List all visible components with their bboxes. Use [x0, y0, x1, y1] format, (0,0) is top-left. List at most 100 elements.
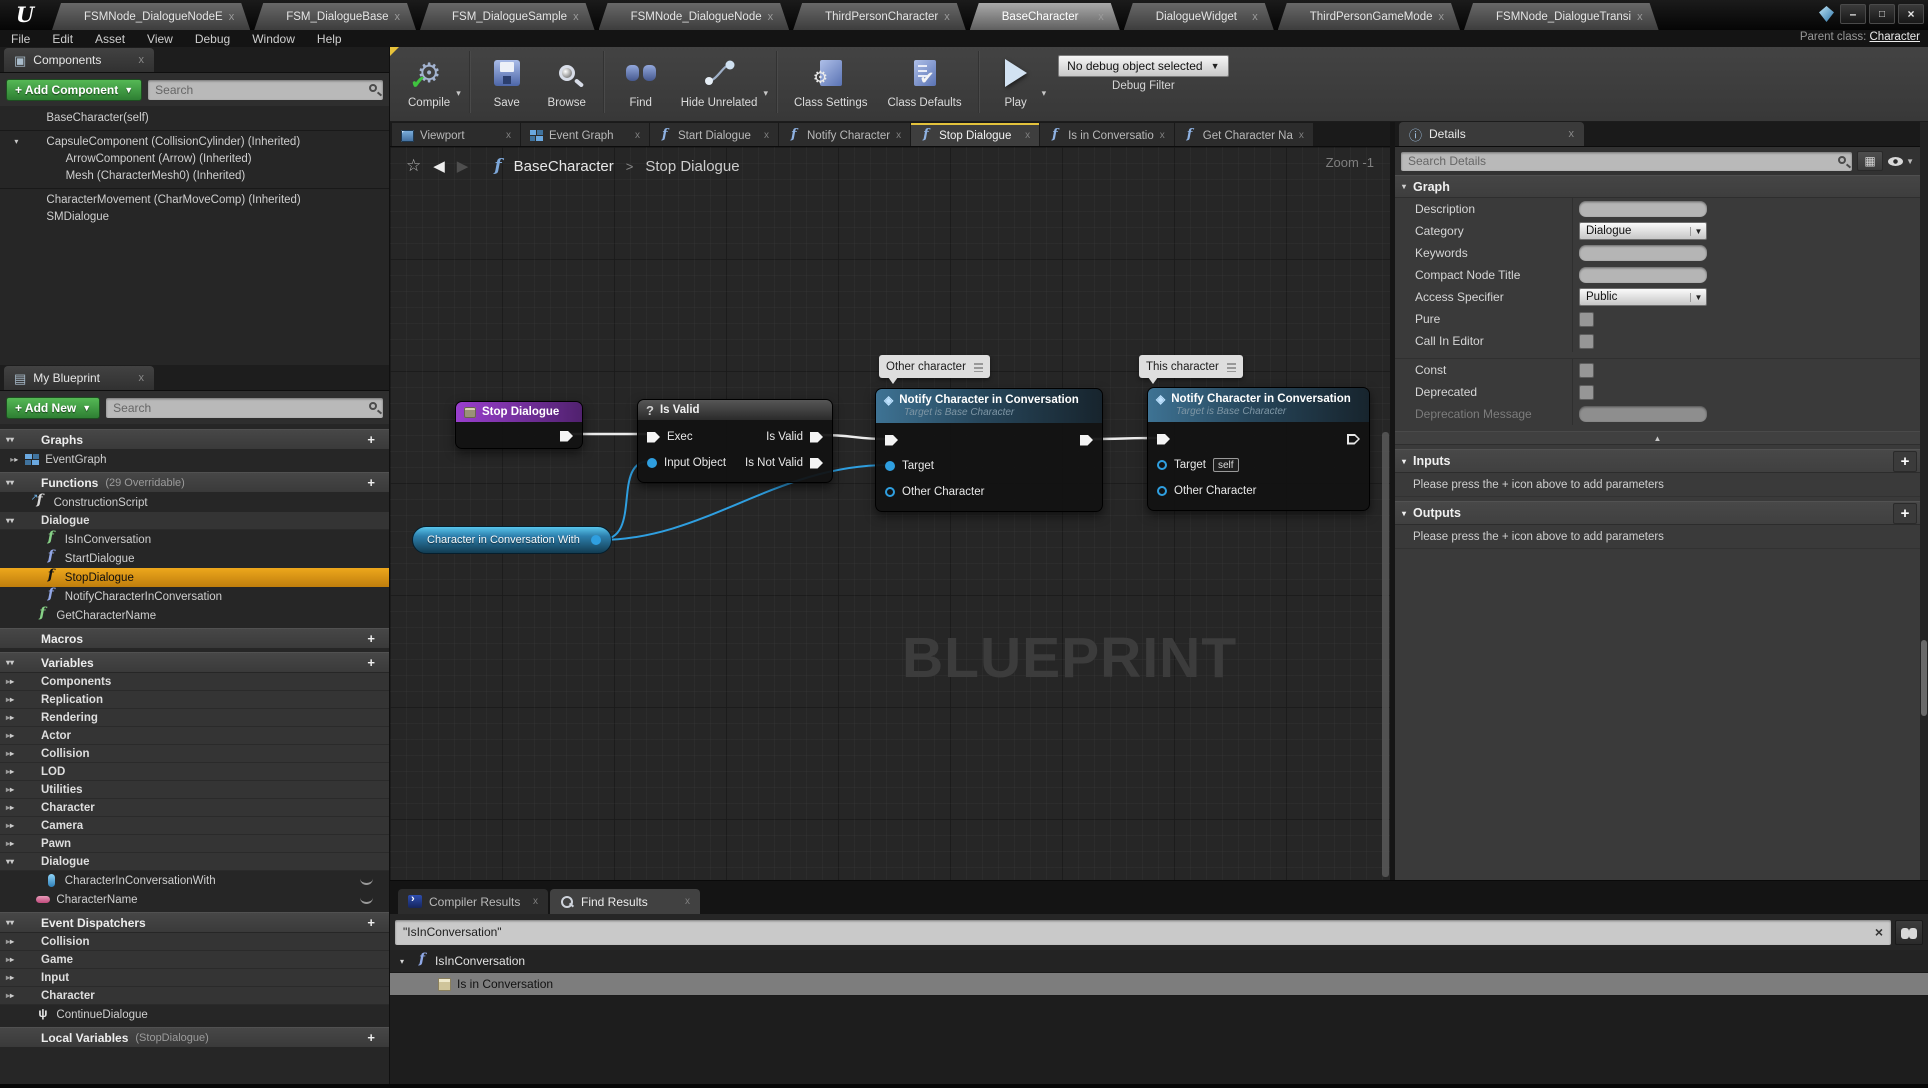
expander-icon[interactable]: ▸: [6, 749, 15, 758]
my-blueprint-row[interactable]: ContinueDialogue +: [0, 1005, 389, 1024]
restore-button[interactable]: □: [1869, 4, 1895, 24]
details-search-input[interactable]: [1401, 152, 1852, 171]
checkbox[interactable]: [1579, 385, 1594, 400]
find-result-row[interactable]: ▾ IsInConversation: [390, 950, 1928, 973]
tab-close-icon[interactable]: x: [395, 11, 401, 23]
expander-icon[interactable]: ▾: [6, 435, 15, 444]
other-character-pin[interactable]: [885, 487, 895, 497]
my-blueprint-row[interactable]: ▾ Dialogue +: [0, 853, 389, 871]
find-results-search[interactable]: ×: [395, 920, 1891, 945]
my-blueprint-row[interactable]: ▾ Graphs +: [0, 429, 389, 450]
find-results-search-input[interactable]: [395, 920, 1891, 945]
expander-icon[interactable]: ▸: [6, 973, 15, 982]
close-button[interactable]: ×: [1898, 4, 1924, 24]
component-tree-row[interactable]: SMDialogue: [0, 208, 389, 225]
favorite-star-icon[interactable]: ☆: [406, 156, 421, 176]
details-panel-tab[interactable]: ⓘ Details x: [1399, 122, 1584, 146]
expander-icon[interactable]: ▸: [6, 991, 15, 1000]
add-plus-button[interactable]: +: [367, 631, 383, 646]
add-input-button[interactable]: +: [1893, 451, 1917, 472]
expander-icon[interactable]: ▸: [6, 803, 15, 812]
expander-icon[interactable]: ▸: [6, 785, 15, 794]
my-blueprint-row[interactable]: ▸ Character +: [0, 987, 389, 1005]
my-blueprint-row[interactable]: StartDialogue +: [0, 549, 389, 568]
eye-closed-icon[interactable]: [360, 896, 373, 904]
my-blueprint-search[interactable]: [106, 398, 383, 418]
exec-output-pin[interactable]: [560, 431, 573, 442]
add-new-button[interactable]: + Add New▼: [6, 397, 100, 419]
expander-icon[interactable]: ▸: [6, 695, 15, 704]
add-plus-button[interactable]: +: [367, 1030, 383, 1045]
add-plus-button[interactable]: +: [367, 655, 383, 670]
text-field[interactable]: [1579, 201, 1707, 217]
expander-icon[interactable]: ▾: [6, 857, 15, 866]
graph-tab[interactable]: Stop Dialogue x: [911, 123, 1039, 146]
my-blueprint-row[interactable]: ▸ Collision +: [0, 933, 389, 951]
class-defaults-button[interactable]: ✔ Class Defaults: [877, 47, 971, 109]
save-button[interactable]: Save: [477, 47, 537, 109]
my-blueprint-row[interactable]: GetCharacterName +: [0, 606, 389, 625]
my-blueprint-row[interactable]: ▸ Actor +: [0, 727, 389, 745]
add-component-button[interactable]: + Add Component▼: [6, 79, 142, 101]
tab-close-icon[interactable]: x: [1637, 11, 1643, 23]
expander-icon[interactable]: ▸: [6, 839, 15, 848]
inputs-section-header[interactable]: ▾ Inputs +: [1395, 449, 1920, 473]
bottom-panel-tab[interactable]: Find Results x: [550, 889, 700, 914]
exec-output-pin-is-valid[interactable]: [810, 432, 823, 443]
node-comment-bubble[interactable]: Other character: [879, 355, 990, 378]
tab-close-icon[interactable]: x: [1252, 11, 1258, 23]
component-tree-row[interactable]: Mesh (CharacterMesh0) (Inherited): [0, 167, 389, 184]
expander-icon[interactable]: ▸: [6, 767, 15, 776]
my-blueprint-row[interactable]: ▸ Replication +: [0, 691, 389, 709]
find-in-blueprints-button[interactable]: [1895, 920, 1923, 945]
tab-close-icon[interactable]: x: [573, 11, 579, 23]
dropdown-field[interactable]: Dialogue ▼: [1579, 222, 1707, 240]
details-scrollbar[interactable]: [1920, 122, 1928, 880]
components-panel-tab[interactable]: ▣ Components x: [4, 48, 154, 72]
my-blueprint-row[interactable]: ▸ Game +: [0, 951, 389, 969]
compile-button[interactable]: ⚙✔ Compile: [398, 47, 460, 109]
exec-input-pin[interactable]: [885, 435, 898, 446]
tab-close-icon[interactable]: x: [768, 11, 774, 23]
forward-arrow-icon[interactable]: ▶: [457, 157, 469, 175]
my-blueprint-row[interactable]: ▾ Dialogue +: [0, 512, 389, 530]
node-get-character-in-conversation-with[interactable]: Character in Conversation With: [412, 526, 612, 554]
expander-icon[interactable]: ▾: [6, 516, 15, 525]
other-character-pin[interactable]: [1157, 486, 1167, 496]
my-blueprint-row[interactable]: ▸ EventGraph +: [0, 450, 389, 469]
tab-close-icon[interactable]: x: [685, 896, 690, 907]
text-field[interactable]: [1579, 406, 1707, 422]
my-blueprint-row[interactable]: CharacterInConversationWith +: [0, 871, 389, 890]
asset-tab[interactable]: FSM_DialogueBase x: [254, 3, 416, 30]
comment-pin-icon[interactable]: [1227, 362, 1236, 372]
back-arrow-icon[interactable]: ◀: [433, 157, 445, 175]
breadcrumb-current[interactable]: Stop Dialogue: [645, 158, 739, 175]
details-scrollbar-thumb[interactable]: [1921, 640, 1927, 716]
self-literal[interactable]: self: [1213, 458, 1239, 472]
component-tree-row[interactable]: CharacterMovement (CharMoveComp) (Inheri…: [0, 188, 389, 208]
expander-icon[interactable]: ▾: [1402, 182, 1406, 191]
my-blueprint-row[interactable]: Local Variables (StopDialogue) +: [0, 1027, 389, 1048]
variable-output-pin[interactable]: [591, 535, 601, 545]
my-blueprint-row[interactable]: ▸ Utilities +: [0, 781, 389, 799]
my-blueprint-search-input[interactable]: [106, 398, 383, 418]
tab-close-icon[interactable]: x: [1569, 128, 1575, 140]
tab-close-icon[interactable]: x: [533, 896, 538, 907]
my-blueprint-row[interactable]: ▸ Pawn +: [0, 835, 389, 853]
my-blueprint-row[interactable]: ▸ Character +: [0, 799, 389, 817]
my-blueprint-row[interactable]: ▾ Event Dispatchers +: [0, 912, 389, 933]
menu-item[interactable]: File: [0, 32, 41, 46]
components-search-input[interactable]: [148, 80, 383, 100]
my-blueprint-row[interactable]: StopDialogue +: [0, 568, 389, 587]
add-plus-button[interactable]: +: [367, 915, 383, 930]
input-object-pin[interactable]: [647, 458, 657, 468]
exec-output-pin[interactable]: [1347, 434, 1360, 445]
play-button[interactable]: Play: [986, 47, 1046, 109]
my-blueprint-row[interactable]: NotifyCharacterInConversation +: [0, 587, 389, 606]
find-result-row[interactable]: Is in Conversation: [390, 973, 1928, 996]
my-blueprint-panel-tab[interactable]: ▤ My Blueprint x: [4, 366, 154, 390]
my-blueprint-row[interactable]: ▾ Functions (29 Overridable) +: [0, 472, 389, 493]
my-blueprint-row[interactable]: ConstructionScript +: [0, 493, 389, 512]
component-tree-row[interactable]: ▾ CapsuleComponent (CollisionCylinder) (…: [0, 130, 389, 150]
tab-close-icon[interactable]: x: [1098, 11, 1104, 23]
